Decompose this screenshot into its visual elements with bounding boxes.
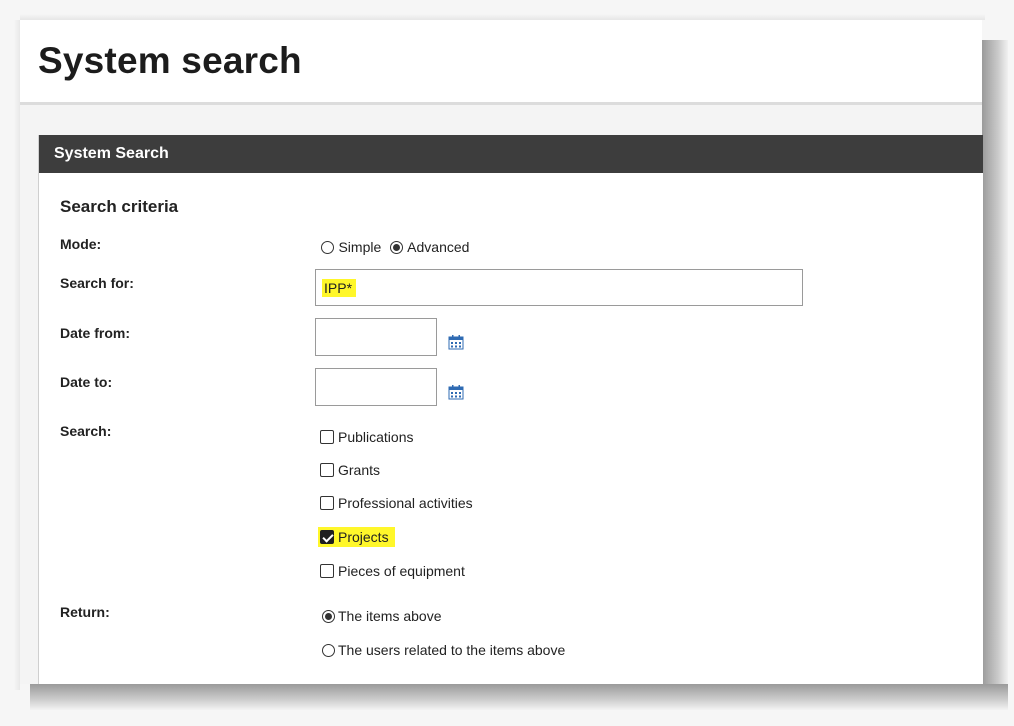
return-option-items[interactable]: The items above <box>322 608 442 624</box>
date-from-label: Date from: <box>60 325 131 341</box>
search-option-professional-activities[interactable]: Professional activities <box>320 495 473 511</box>
system-search-panel: System Search Search criteria Mode: Simp… <box>38 135 983 684</box>
return-users-radio[interactable] <box>322 643 335 657</box>
search-for-value: IPP* <box>322 279 357 297</box>
search-for-input[interactable]: IPP* <box>315 269 803 306</box>
page-header: System search <box>20 20 982 105</box>
mode-advanced-radio[interactable] <box>389 241 403 254</box>
pieces-of-equipment-label[interactable]: Pieces of equipment <box>338 563 465 579</box>
mode-radio-group: Simple Advanced <box>321 239 473 257</box>
grants-checkbox[interactable] <box>320 463 334 477</box>
pieces-of-equipment-checkbox[interactable] <box>320 564 334 578</box>
projects-label[interactable]: Projects <box>338 529 389 545</box>
return-users-label[interactable]: The users related to the items above <box>338 642 565 658</box>
mode-advanced-label[interactable]: Advanced <box>407 239 469 255</box>
publications-checkbox[interactable] <box>320 430 334 444</box>
section-title: Search criteria <box>60 197 179 216</box>
search-label: Search: <box>60 423 112 439</box>
return-label: Return: <box>60 604 110 620</box>
date-from-input[interactable] <box>315 318 437 356</box>
date-to-label: Date to: <box>60 374 113 390</box>
return-option-users[interactable]: The users related to the items above <box>322 642 565 658</box>
page-title: System search <box>38 40 302 81</box>
search-option-publications[interactable]: Publications <box>320 429 414 445</box>
professional-activities-checkbox[interactable] <box>320 496 334 510</box>
publications-label[interactable]: Publications <box>338 429 414 445</box>
mode-label: Mode: <box>60 236 102 252</box>
grants-label[interactable]: Grants <box>338 462 380 478</box>
date-to-input[interactable] <box>315 368 437 406</box>
search-for-label: Search for: <box>60 275 134 291</box>
mode-simple-label[interactable]: Simple <box>338 239 381 255</box>
return-items-radio[interactable] <box>322 609 335 623</box>
search-option-pieces-of-equipment[interactable]: Pieces of equipment <box>320 563 465 579</box>
professional-activities-label[interactable]: Professional activities <box>338 495 473 511</box>
panel-header: System Search <box>39 135 983 173</box>
search-option-grants[interactable]: Grants <box>320 462 380 478</box>
return-items-label[interactable]: The items above <box>338 608 442 624</box>
search-option-projects[interactable]: Projects <box>318 527 395 547</box>
window-shadow-right <box>982 40 1008 700</box>
mode-simple-radio[interactable] <box>321 241 334 254</box>
calendar-icon[interactable] <box>448 334 464 350</box>
projects-checkbox[interactable] <box>320 530 334 544</box>
calendar-icon[interactable] <box>448 384 464 400</box>
window-shadow-bottom <box>30 684 1008 710</box>
